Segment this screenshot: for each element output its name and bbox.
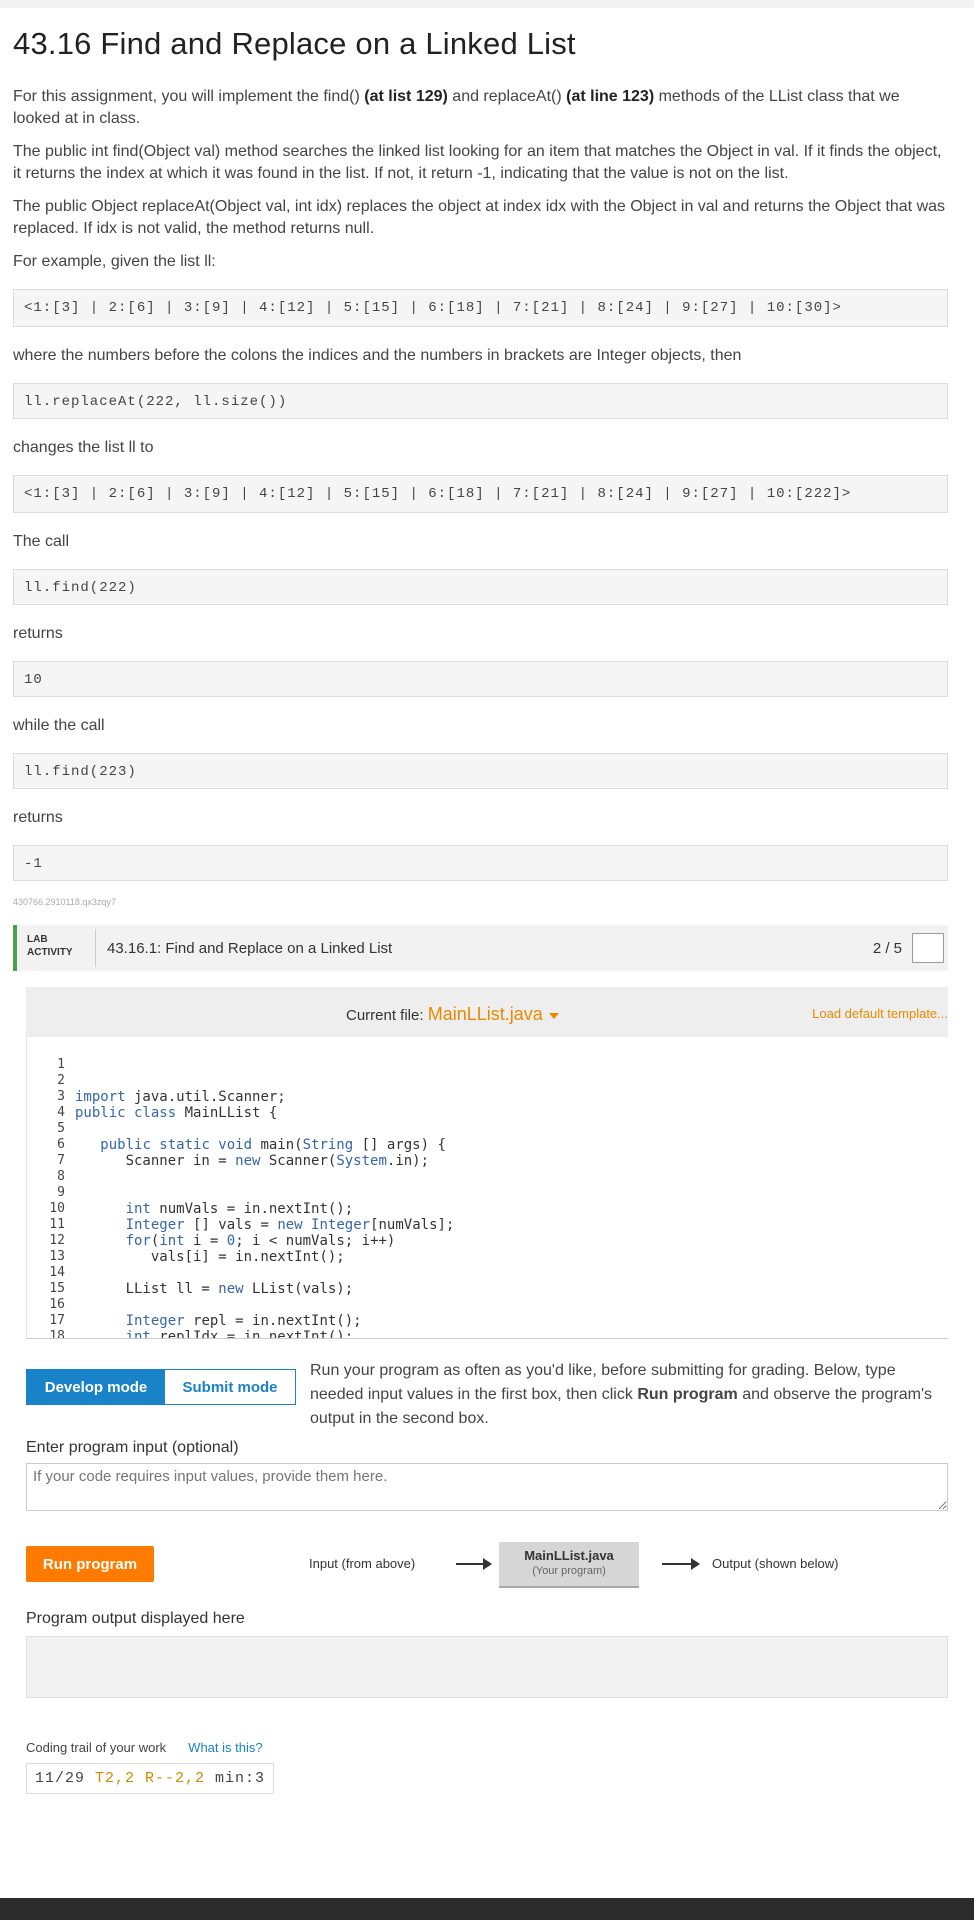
changes-text: changes the list ll to bbox=[13, 439, 154, 456]
line-number: 17 bbox=[49, 1313, 65, 1328]
code-lines: import java.util.Scanner; public class M… bbox=[75, 1057, 455, 1339]
code-return-10: 10 bbox=[13, 661, 948, 697]
line-number: 15 bbox=[49, 1281, 65, 1296]
coding-trail-box: 11/29 T2,2 R--2,2 min:3 bbox=[26, 1763, 275, 1794]
code-list-changed: <1:[3] | 2:[6] | 3:[9] | 4:[12] | 5:[15]… bbox=[13, 475, 948, 513]
line-number: 10 bbox=[49, 1201, 65, 1216]
file-name: MainLList.java bbox=[427, 1004, 543, 1024]
code-line: Scanner in = new Scanner(System.in); bbox=[75, 1153, 430, 1169]
load-default-template-link[interactable]: Load default template... bbox=[812, 1006, 948, 1021]
code-line: for(int i = 0; i < numVals; i++) bbox=[125, 1233, 396, 1249]
line-number: 13 bbox=[49, 1249, 65, 1264]
line-number: 18 bbox=[49, 1329, 65, 1339]
input-section: Enter program input (optional) Run progr… bbox=[26, 1439, 948, 1794]
program-input-field[interactable] bbox=[26, 1463, 948, 1511]
returns-text-1: returns bbox=[13, 625, 63, 642]
run-description: Run your program as often as you'd like,… bbox=[310, 1362, 933, 1427]
develop-mode-button[interactable]: Develop mode bbox=[27, 1370, 165, 1404]
program-name: MainLList.java bbox=[524, 1548, 614, 1563]
code-line: int replIdx = in.nextInt(); bbox=[125, 1329, 354, 1339]
line-numbers: 1 2 3 4 5 6 7 8 9 10 11 12 13 14 15 16 17 18 bbox=[27, 1057, 65, 1339]
coding-trail: Coding trail of your work What is this? bbox=[26, 1740, 263, 1755]
line-number: 2 bbox=[57, 1073, 65, 1088]
while-call-text: while the call bbox=[13, 717, 105, 734]
lab-activity-header: LAB ACTIVITY 43.16.1: Find and Replace on… bbox=[13, 925, 948, 971]
program-output bbox=[26, 1636, 948, 1698]
chevron-down-icon bbox=[548, 1013, 559, 1020]
line-number: 11 bbox=[49, 1217, 65, 1232]
code-line: public class MainLList { bbox=[75, 1105, 278, 1121]
mode-controls: Develop mode Submit mode Run your progra… bbox=[26, 1359, 948, 1469]
line-number: 6 bbox=[57, 1137, 65, 1152]
line-number: 12 bbox=[49, 1233, 65, 1248]
code-find-222: ll.find(222) bbox=[13, 569, 948, 605]
lab-score: 2 / 5 bbox=[872, 940, 902, 957]
current-file[interactable]: Current file: MainLList.java bbox=[346, 1004, 559, 1025]
what-is-this-link[interactable]: What is this? bbox=[188, 1740, 262, 1755]
line-number: 5 bbox=[57, 1121, 65, 1136]
run-row: Run program Input (from above) MainLList… bbox=[26, 1542, 948, 1626]
content: 43.16 Find and Replace on a Linked List … bbox=[13, 8, 948, 1794]
flow-output-label: Output (shown below) bbox=[712, 1556, 839, 1571]
code-line: Integer [] vals = new Integer[numVals]; bbox=[125, 1217, 455, 1233]
code-line: int numVals = in.nextInt(); bbox=[125, 1201, 354, 1217]
code-replace-call: ll.replaceAt(222, ll.size()) bbox=[13, 383, 948, 419]
arrow-right-icon bbox=[662, 1558, 700, 1570]
the-call-text: The call bbox=[13, 533, 70, 550]
arrow-right-icon bbox=[456, 1558, 492, 1570]
where-text: where the numbers before the colons the … bbox=[13, 347, 742, 364]
code-line: import java.util.Scanner; bbox=[75, 1089, 286, 1105]
file-bar: Current file: MainLList.java Load defaul… bbox=[26, 987, 948, 1037]
code-list-original: <1:[3] | 2:[6] | 3:[9] | 4:[12] | 5:[15]… bbox=[13, 289, 948, 327]
activity-id: 430766.2910118.qx3zqy7 bbox=[13, 897, 116, 907]
submit-mode-button[interactable]: Submit mode bbox=[165, 1370, 295, 1404]
line-number: 8 bbox=[57, 1169, 65, 1184]
program-box: MainLList.java (Your program) bbox=[499, 1542, 639, 1588]
line-number: 7 bbox=[57, 1153, 65, 1168]
line-number: 9 bbox=[57, 1185, 65, 1200]
line-number: 1 bbox=[57, 1057, 65, 1072]
code-find-223: ll.find(223) bbox=[13, 753, 948, 789]
code-line: vals[i] = in.nextInt(); bbox=[75, 1249, 345, 1265]
program-sub: (Your program) bbox=[532, 1565, 606, 1577]
replace-description: The public Object replaceAt(Object val, … bbox=[13, 198, 946, 237]
line-number: 4 bbox=[57, 1105, 65, 1120]
code-line: public static void main(String [] args) … bbox=[100, 1137, 446, 1153]
top-bar bbox=[0, 0, 974, 8]
code-line: Integer repl = in.nextInt(); bbox=[125, 1313, 362, 1329]
line-number: 16 bbox=[49, 1297, 65, 1312]
code-editor[interactable]: 1 2 3 4 5 6 7 8 9 10 11 12 13 14 15 16 17 18 import java.… bbox=[26, 1037, 948, 1339]
line-number: 3 bbox=[57, 1089, 65, 1104]
intro-paragraph: For this assignment, you will implement … bbox=[13, 88, 900, 127]
find-description: The public int find(Object val) method s… bbox=[13, 143, 942, 182]
code-return-minus-1: -1 bbox=[13, 845, 948, 881]
completion-box bbox=[912, 933, 944, 963]
code-line: LList ll = new LList(vals); bbox=[75, 1281, 354, 1297]
lab-separator bbox=[95, 929, 96, 967]
example-intro: For example, given the list ll: bbox=[13, 253, 216, 270]
page: 43.16 Find and Replace on a Linked List … bbox=[0, 0, 974, 1920]
lab-workspace: Current file: MainLList.java Load defaul… bbox=[26, 987, 948, 1339]
page-title: 43.16 Find and Replace on a Linked List bbox=[13, 26, 576, 61]
returns-text-2: returns bbox=[13, 809, 63, 826]
line-number: 14 bbox=[49, 1265, 65, 1280]
footer-bar bbox=[0, 1898, 974, 1920]
mode-toggle: Develop mode Submit mode bbox=[26, 1369, 296, 1405]
flow-input-label: Input (from above) bbox=[309, 1556, 416, 1571]
lab-activity-tag: LAB ACTIVITY bbox=[27, 934, 73, 958]
run-program-button[interactable]: Run program bbox=[26, 1546, 154, 1582]
lab-title: 43.16.1: Find and Replace on a Linked Li… bbox=[107, 940, 393, 957]
